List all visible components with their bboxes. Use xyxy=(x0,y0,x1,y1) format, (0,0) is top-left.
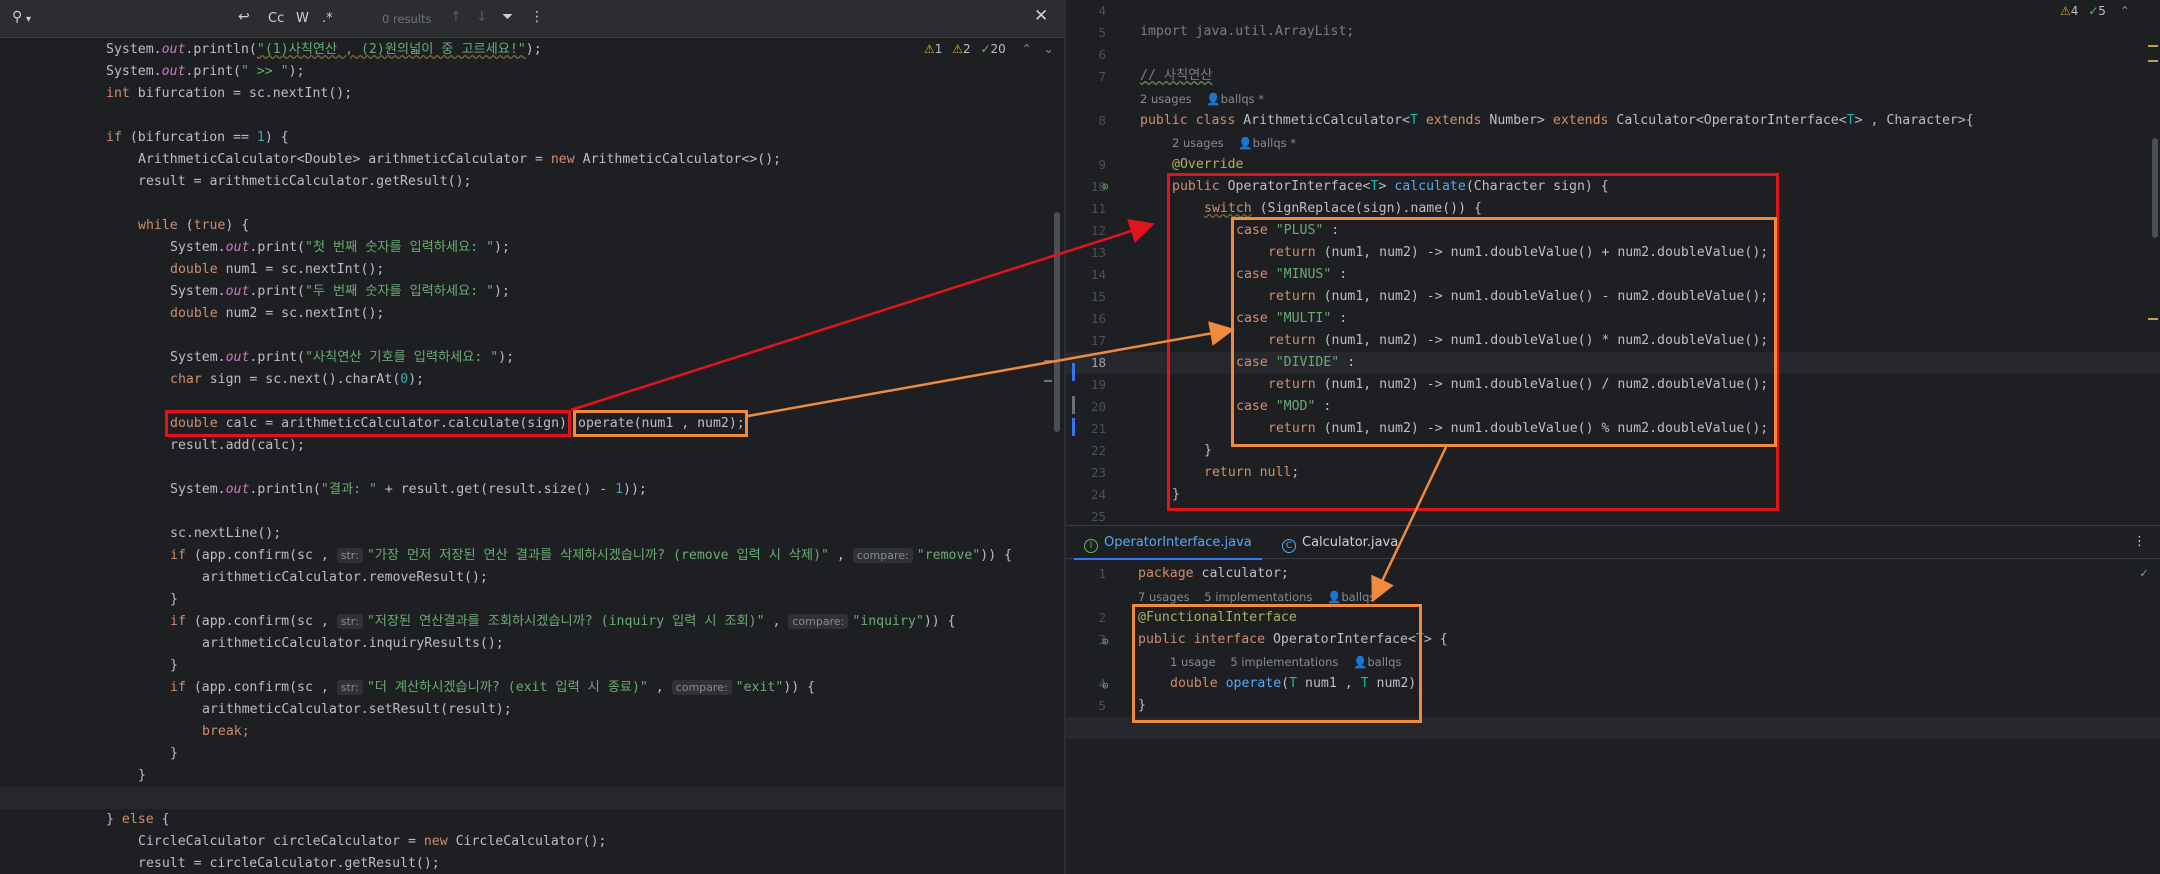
arrow-red xyxy=(570,219,1155,412)
arrow-orange-1 xyxy=(747,321,1235,418)
arrow-orange-2 xyxy=(1371,446,1448,603)
annotation-arrows xyxy=(570,219,1448,603)
